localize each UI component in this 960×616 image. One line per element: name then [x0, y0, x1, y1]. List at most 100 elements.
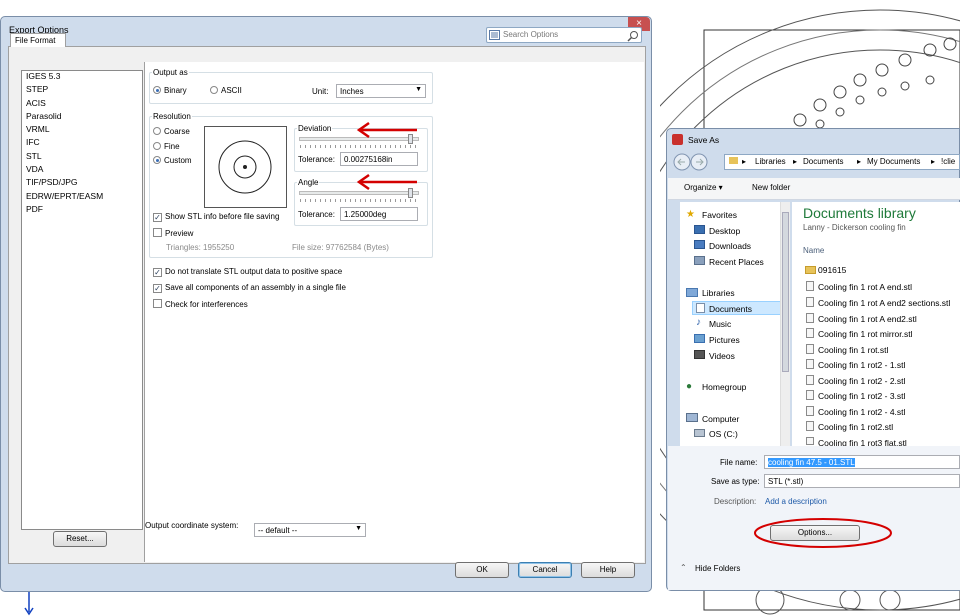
nav-downloads[interactable]: Downloads: [709, 241, 751, 251]
option-check[interactable]: [153, 299, 162, 308]
file-size-readout: File size: 97762584 (Bytes): [292, 243, 389, 252]
file-icon: [806, 281, 814, 291]
list-item[interactable]: STL: [22, 151, 142, 164]
coarse-radio-dot[interactable]: [153, 127, 161, 135]
list-item[interactable]: Cooling fin 1 rot.stl: [818, 345, 888, 355]
list-item[interactable]: PDF: [22, 204, 142, 217]
nav-scroll-thumb[interactable]: [782, 212, 789, 372]
new-folder-button[interactable]: New folder: [752, 183, 790, 192]
search-icon[interactable]: [627, 30, 639, 42]
nav-favorites[interactable]: Favorites: [702, 210, 737, 220]
show-info-checkbox[interactable]: ✓ Show STL info before file saving: [153, 212, 279, 222]
computer-icon: [686, 413, 698, 422]
cancel-button[interactable]: Cancel: [518, 562, 572, 578]
list-item[interactable]: 091615: [818, 265, 846, 275]
custom-radio[interactable]: Custom: [153, 156, 192, 165]
option-checkbox[interactable]: ✓ Do not translate STL output data to pos…: [153, 267, 342, 277]
hide-folders-button[interactable]: Hide Folders: [695, 564, 740, 573]
list-item[interactable]: TIF/PSD/JPG: [22, 177, 142, 190]
column-name-header[interactable]: Name: [803, 246, 824, 255]
coarse-label: Coarse: [164, 127, 190, 136]
add-description-link[interactable]: Add a description: [765, 497, 827, 506]
search-input[interactable]: Search Options: [486, 27, 642, 43]
fine-radio[interactable]: Fine: [153, 142, 180, 151]
list-item[interactable]: Cooling fin 1 rot2 - 1.stl: [818, 360, 905, 370]
binary-radio-dot[interactable]: [153, 86, 161, 94]
list-item[interactable]: Parasolid: [22, 111, 142, 124]
back-forward-icon[interactable]: [673, 153, 717, 171]
option-checkbox[interactable]: ✓ Save all components of an assembly in a…: [153, 283, 346, 293]
ascii-radio[interactable]: ASCII: [210, 86, 242, 95]
nav-music[interactable]: Music: [709, 319, 731, 329]
option-label: Do not translate STL output data to posi…: [165, 267, 343, 276]
list-item[interactable]: Cooling fin 1 rot2 - 2.stl: [818, 376, 905, 386]
downloads-icon: [694, 240, 705, 249]
preview-check[interactable]: [153, 228, 162, 237]
chevron-up-icon[interactable]: ⌃: [680, 563, 687, 572]
nav-desktop[interactable]: Desktop: [709, 226, 740, 236]
ascii-radio-dot[interactable]: [210, 86, 218, 94]
triangles-readout: Triangles: 1955250: [166, 243, 235, 252]
option-label: Save all components of an assembly in a …: [165, 283, 346, 292]
homegroup-icon: ●: [686, 381, 693, 392]
list-item[interactable]: Cooling fin 1 rot2.stl: [818, 422, 893, 432]
list-item[interactable]: IGES 5.3: [22, 71, 142, 84]
breadcrumb-item[interactable]: !clie: [941, 157, 955, 166]
list-item[interactable]: Cooling fin 1 rot A end2 sections.stl: [818, 298, 950, 308]
navigation-pane: ★ Favorites Desktop Downloads Recent Pla…: [680, 202, 790, 446]
documents-icon: [696, 303, 705, 313]
breadcrumb-item[interactable]: Documents: [803, 157, 843, 166]
list-item[interactable]: Cooling fin 1 rot mirror.stl: [818, 329, 912, 339]
breadcrumb[interactable]: ▸ Libraries ▸ Documents ▸ My Documents ▸…: [724, 154, 960, 170]
list-item[interactable]: Cooling fin 1 rot A end2.stl: [818, 314, 917, 324]
fine-radio-dot[interactable]: [153, 142, 161, 150]
option-checkbox[interactable]: Check for interferences: [153, 299, 248, 309]
custom-radio-dot[interactable]: [153, 156, 161, 164]
breadcrumb-separator: ▸: [857, 157, 862, 166]
list-item[interactable]: Cooling fin 1 rot2 - 3.stl: [818, 391, 905, 401]
nav-libraries[interactable]: Libraries: [702, 288, 735, 298]
file-icon: [806, 297, 814, 307]
nav-videos[interactable]: Videos: [709, 351, 735, 361]
save-type-select[interactable]: STL (*.stl): [764, 474, 960, 488]
tab-file-format[interactable]: File Format: [10, 33, 66, 47]
nav-recent-places[interactable]: Recent Places: [709, 257, 764, 267]
binary-radio[interactable]: Binary: [153, 86, 187, 95]
angle-tolerance-input[interactable]: 1.25000deg: [340, 207, 418, 221]
ok-button[interactable]: OK: [455, 562, 509, 578]
preview-label: Preview: [165, 229, 194, 238]
file-icon: [806, 359, 814, 369]
list-item[interactable]: Cooling fin 1 rot2 - 4.stl: [818, 407, 905, 417]
organize-button[interactable]: Organize ▾: [684, 183, 723, 192]
breadcrumb-item[interactable]: Libraries: [755, 157, 786, 166]
list-item[interactable]: IFC: [22, 137, 142, 150]
description-label: Description:: [714, 497, 757, 506]
nav-pictures[interactable]: Pictures: [709, 335, 740, 345]
coord-system-select[interactable]: -- default -- ▼: [254, 523, 366, 537]
option-check[interactable]: ✓: [153, 284, 162, 293]
list-item[interactable]: Cooling fin 1 rot A end.stl: [818, 282, 912, 292]
breadcrumb-item[interactable]: My Documents: [867, 157, 920, 166]
preview-checkbox[interactable]: Preview: [153, 228, 193, 238]
show-info-check[interactable]: ✓: [153, 213, 162, 222]
breadcrumb-separator: ▸: [931, 157, 936, 166]
list-item[interactable]: VDA: [22, 164, 142, 177]
list-item[interactable]: STEP: [22, 84, 142, 97]
coarse-radio[interactable]: Coarse: [153, 127, 190, 136]
nav-documents[interactable]: Documents: [709, 304, 752, 314]
nav-os-c[interactable]: OS (C:): [709, 429, 738, 439]
list-item[interactable]: ACIS: [22, 98, 142, 111]
list-item[interactable]: EDRW/EPRT/EASM: [22, 191, 142, 204]
nav-homegroup[interactable]: Homegroup: [702, 382, 746, 392]
preview-box: [204, 126, 287, 208]
nav-computer[interactable]: Computer: [702, 414, 739, 424]
unit-select[interactable]: Inches ▼: [336, 84, 426, 98]
help-button[interactable]: Help: [581, 562, 635, 578]
nav-scrollbar[interactable]: [780, 202, 790, 446]
list-item[interactable]: Cooling fin 1 rot3 flat.stl: [818, 438, 907, 446]
option-check[interactable]: ✓: [153, 268, 162, 277]
format-list[interactable]: IGES 5.3 STEP ACIS Parasolid VRML IFC ST…: [21, 70, 143, 530]
list-item[interactable]: VRML: [22, 124, 142, 137]
file-name-input[interactable]: cooling fin 47.5 - 01.STL: [764, 455, 960, 469]
reset-button[interactable]: Reset...: [53, 531, 107, 547]
